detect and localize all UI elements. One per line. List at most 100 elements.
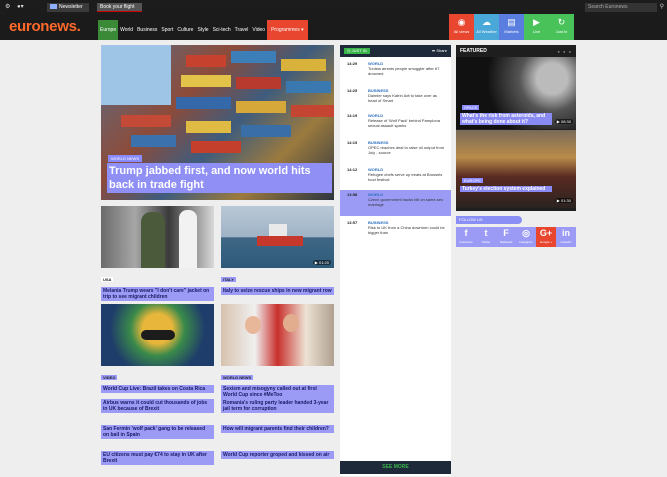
story-tag[interactable]: USA bbox=[101, 277, 114, 282]
video-duration-text: 01:20 bbox=[318, 260, 329, 265]
language-selector[interactable]: ●▾ bbox=[17, 3, 24, 11]
featured-story-asteroid[interactable]: SPACE What's the risk from asteroids, an… bbox=[456, 57, 576, 129]
social-twitter[interactable]: t Twitter bbox=[476, 227, 496, 247]
nav-sport[interactable]: Sport bbox=[159, 20, 175, 40]
story-card[interactable]: VIDEO World Cup Live: Brazil takes on Co… bbox=[101, 304, 214, 393]
hero-story[interactable]: WORLD NEWS Trump jabbed first, and now w… bbox=[101, 45, 334, 200]
live-icon: ▶ bbox=[533, 17, 540, 27]
just-in-headline[interactable]: Refugee chefs serve up treats at Brussel… bbox=[368, 172, 446, 182]
nav-video[interactable]: Video bbox=[250, 20, 267, 40]
just-in-badge: ◷ JUST IN bbox=[344, 48, 370, 54]
nav-travel[interactable]: Travel bbox=[233, 20, 251, 40]
nav-programmes[interactable]: Programmes ▾ bbox=[267, 20, 308, 40]
envelope-icon bbox=[50, 4, 57, 10]
nav-business[interactable]: Business bbox=[135, 20, 159, 40]
euronews-logo[interactable]: euronews. bbox=[9, 19, 81, 35]
just-in-headline[interactable]: Tunisia arrests people smuggler after 67… bbox=[368, 66, 446, 76]
hero-tag[interactable]: WORLD NEWS bbox=[108, 155, 142, 162]
hero-image-container bbox=[181, 75, 231, 87]
book-flight-button[interactable]: Book your flight bbox=[97, 3, 142, 12]
settings-icon[interactable]: ⚙ bbox=[5, 3, 10, 11]
featured-tag[interactable]: SPACE bbox=[462, 105, 480, 110]
search-icon[interactable]: ⚲ bbox=[660, 3, 664, 11]
story-tag[interactable]: VIDEO bbox=[101, 375, 118, 380]
share-label: Share bbox=[436, 48, 447, 53]
just-in-header: ◷ JUST IN ➦ Share bbox=[340, 45, 451, 57]
featured-title[interactable]: What's the risk from asteroids, and what… bbox=[460, 113, 552, 125]
just-in-headline[interactable]: Risk to UK from a China downturn could b… bbox=[368, 225, 446, 235]
headline-link[interactable]: Airbus warns it could cut thousands of j… bbox=[101, 399, 214, 413]
just-in-item[interactable]: 14:12 WORLD Refugee chefs serve up treat… bbox=[340, 165, 451, 191]
headline-link[interactable]: EU citizens must pay €74 to stay in UK a… bbox=[101, 451, 214, 465]
headline-link[interactable]: World Cup reporter groped and kissed on … bbox=[221, 451, 334, 459]
facebook-icon: f bbox=[464, 228, 468, 238]
story-card[interactable]: ▶ 01:20 ITALY Italy to seize rescue ship… bbox=[221, 206, 334, 295]
hero-title[interactable]: Trump jabbed first, and now world hits b… bbox=[107, 163, 332, 193]
nav-sci-tech[interactable]: Sci-tech bbox=[211, 20, 233, 40]
headline-link[interactable]: How will migrant parents find their chil… bbox=[221, 425, 334, 433]
just-in-item[interactable]: 14:29 WORLD Tunisia arrests people smugg… bbox=[340, 59, 451, 85]
story-image-sunglasses bbox=[141, 330, 175, 340]
social-facebook[interactable]: f Facebook bbox=[456, 227, 476, 247]
see-more-button[interactable]: SEE MORE bbox=[340, 461, 451, 474]
newsletter-button[interactable]: Newsletter bbox=[47, 3, 89, 12]
story-title[interactable]: Sexism and misogyny called out at first … bbox=[221, 385, 334, 399]
hero-image-container bbox=[191, 141, 241, 153]
story-title[interactable]: Melania Trump wears "I don't care" jacke… bbox=[101, 287, 214, 301]
just-in-headline[interactable]: Czech government backs bill on same-sex … bbox=[368, 197, 446, 207]
tool-markets[interactable]: ▤ Markets bbox=[499, 14, 524, 40]
featured-title[interactable]: Turkey's election system explained bbox=[460, 186, 552, 192]
story-title[interactable]: Italy to seize rescue ships in new migra… bbox=[221, 287, 334, 295]
carousel-dots[interactable]: ● ● ● bbox=[558, 49, 572, 54]
headline-link[interactable]: Romania's ruling party leader handed 3-y… bbox=[221, 399, 334, 413]
nav-style[interactable]: Style bbox=[195, 20, 210, 40]
headline-link[interactable]: San Fermin 'wolf pack' gang to be releas… bbox=[101, 425, 214, 439]
just-in-time: 14:12 bbox=[347, 167, 358, 172]
social-google-plus[interactable]: G+ Google + bbox=[536, 227, 556, 247]
tool-label: Markets bbox=[504, 29, 519, 34]
hero-image-container bbox=[281, 59, 326, 71]
video-duration: ▶ 01:20 bbox=[312, 260, 331, 265]
social-flipboard[interactable]: F Flipboard bbox=[496, 227, 516, 247]
top-utility-bar: ⚙ ●▾ Newsletter Book your flight Search … bbox=[0, 0, 667, 14]
just-in-item[interactable]: 13:57 BUSINESS Risk to UK from a China d… bbox=[340, 218, 451, 244]
tool-label: All views bbox=[453, 29, 470, 34]
just-in-item-highlighted[interactable]: 13:58 WORLD Czech government backs bill … bbox=[340, 190, 451, 216]
nav-culture[interactable]: Culture bbox=[175, 20, 195, 40]
story-tag[interactable]: ITALY bbox=[221, 277, 236, 282]
just-in-headline[interactable]: OPEC reaches deal to raise oil output fr… bbox=[368, 145, 446, 155]
tool-weather[interactable]: ☁ All Weather bbox=[474, 14, 499, 40]
just-in-headline[interactable]: Daimler says Katrin Adt to take over as … bbox=[368, 93, 446, 103]
share-button[interactable]: ➦ Share bbox=[432, 48, 447, 54]
story-image: ▶ 01:20 bbox=[221, 206, 334, 268]
nav-world[interactable]: World bbox=[118, 20, 135, 40]
featured-panel: FEATURED ● ● ● SPACE What's the risk fro… bbox=[456, 45, 576, 211]
featured-story-turkey[interactable]: EUROPE Turkey's election system explaine… bbox=[456, 130, 576, 208]
just-in-item[interactable]: 14:19 WORLD Release of 'Wolf Pack' behin… bbox=[340, 111, 451, 137]
hero-image-container bbox=[186, 121, 231, 133]
hero-image-container bbox=[231, 51, 276, 63]
search-input[interactable]: Search Euronews bbox=[585, 3, 657, 12]
hero-image-container bbox=[241, 125, 291, 137]
just-in-time: 14:29 bbox=[347, 61, 358, 66]
story-tag[interactable]: WORLD NEWS bbox=[221, 375, 254, 380]
just-in-item[interactable]: 14:25 BUSINESS Daimler says Katrin Adt t… bbox=[340, 86, 451, 112]
just-in-headline[interactable]: Release of 'Wolf Pack' behind Pamplona s… bbox=[368, 118, 446, 128]
featured-tag[interactable]: EUROPE bbox=[462, 178, 483, 183]
social-label: Facebook bbox=[459, 240, 473, 244]
story-card[interactable]: WORLD NEWS Sexism and misogyny called ou… bbox=[221, 304, 334, 399]
just-in-item[interactable]: 14:15 BUSINESS OPEC reaches deal to rais… bbox=[340, 138, 451, 164]
tool-just-in[interactable]: ↻ Just In bbox=[549, 14, 574, 40]
just-in-time: 14:25 bbox=[347, 88, 358, 93]
story-card[interactable]: USA Melania Trump wears "I don't care" j… bbox=[101, 206, 214, 301]
tool-live[interactable]: ▶ Live bbox=[524, 14, 549, 40]
story-title[interactable]: World Cup Live: Brazil takes on Costa Ri… bbox=[101, 385, 214, 393]
just-in-time: 13:57 bbox=[347, 220, 358, 225]
social-instagram[interactable]: ◎ Instagram bbox=[516, 227, 536, 247]
video-duration: ▶ 08:30 bbox=[554, 119, 573, 124]
refresh-icon: ↻ bbox=[557, 17, 566, 27]
social-label: Flipboard bbox=[499, 240, 513, 244]
social-linkedin[interactable]: in LinkedIn bbox=[556, 227, 576, 247]
nav-europe[interactable]: Europe bbox=[98, 20, 119, 40]
tool-all-views[interactable]: ◉ All views bbox=[449, 14, 474, 40]
